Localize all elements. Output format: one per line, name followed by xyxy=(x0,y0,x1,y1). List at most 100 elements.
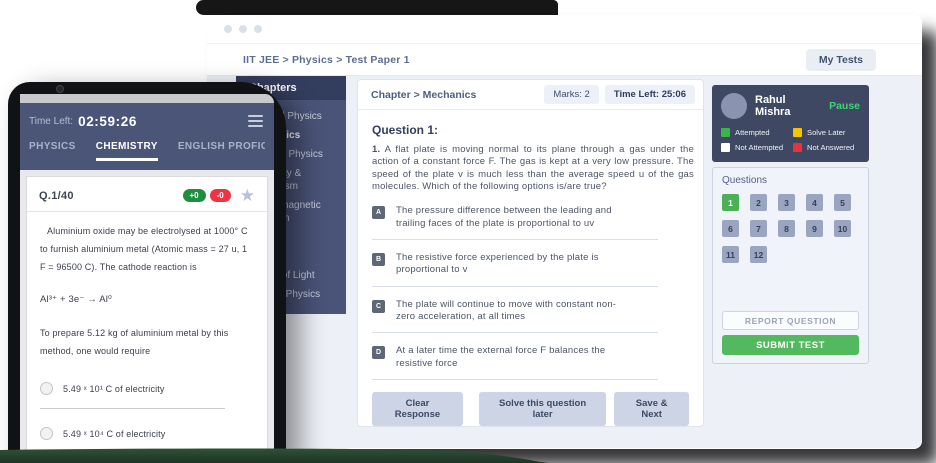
legend-not-attempted: Not Attempted xyxy=(721,143,793,152)
question-card-header: Chapter > Mechanics Marks: 2 Time Left: … xyxy=(358,80,703,110)
content-area: Chapters General Physics Mechanics Therm… xyxy=(207,76,922,448)
question-cell-6[interactable]: 6 xyxy=(722,220,739,237)
marks-badge: Marks: 2 xyxy=(544,85,598,104)
window-control-dot[interactable] xyxy=(239,25,247,33)
submit-test-button[interactable]: SUBMIT TEST xyxy=(722,335,859,355)
status-legend: Attempted Solve Later Not Attempted Not … xyxy=(721,128,860,152)
browser-window: IIT JEE > Physics > Test Paper 1 My Test… xyxy=(207,15,922,449)
option-b-badge: B xyxy=(372,253,385,266)
radio-button[interactable] xyxy=(40,427,53,440)
report-question-button[interactable]: REPORT QUESTION xyxy=(722,311,859,330)
user-card: Rahul Mishra Pause Attempted Solve Later… xyxy=(712,85,869,162)
mobile-timer-value: 02:59:26 xyxy=(78,114,137,129)
option-b[interactable]: B The resistive force experienced by the… xyxy=(372,252,689,277)
question-cell-4[interactable]: 4 xyxy=(806,194,823,211)
window-control-dot[interactable] xyxy=(254,25,262,33)
hamburger-menu-icon[interactable] xyxy=(246,113,265,129)
cathode-reaction-formula: Al³⁺ + 3e⁻ → Al⁰ xyxy=(40,290,254,309)
question-cell-7[interactable]: 7 xyxy=(750,220,767,237)
background-device-bar xyxy=(196,0,558,15)
question-number-grid: 1 2 3 4 5 6 7 8 9 10 11 12 xyxy=(722,194,859,263)
option-a-text: The pressure difference between the lead… xyxy=(396,205,634,230)
mobile-option-2-text: 5.49 ˣ 10⁴ C of electricity xyxy=(63,429,165,439)
solve-later-button[interactable]: Solve this question later xyxy=(479,392,606,426)
chapter-breadcrumb: Chapter > Mechanics xyxy=(371,89,538,101)
subject-tabs: PHYSICS CHEMISTRY ENGLISH PROFICIENCY xyxy=(29,141,265,161)
divider xyxy=(372,239,658,240)
question-cell-3[interactable]: 3 xyxy=(778,194,795,211)
mobile-question-card: Q.1/40 +0 -0 ★ Aluminium oxide may be el… xyxy=(26,176,268,463)
question-title: Question 1: xyxy=(372,123,689,137)
question-cell-9[interactable]: 9 xyxy=(806,220,823,237)
tab-chemistry[interactable]: CHEMISTRY xyxy=(96,141,158,161)
solve-later-swatch xyxy=(793,128,802,137)
option-c-text: The plate will continue to move with con… xyxy=(396,299,634,324)
breadcrumb: IIT JEE > Physics > Test Paper 1 xyxy=(243,54,410,66)
mobile-option-1-text: 5.49 ˣ 10¹ C of electricity xyxy=(63,384,165,394)
phone-bezel-strip xyxy=(20,94,274,103)
question-cell-8[interactable]: 8 xyxy=(778,220,795,237)
questions-panel: Questions 1 2 3 4 5 6 7 8 9 10 11 12 REP… xyxy=(712,167,869,364)
phone-screen: Time Left: 02:59:26 PHYSICS CHEMISTRY EN… xyxy=(20,103,274,463)
phone-camera-icon xyxy=(56,85,64,93)
divider xyxy=(40,408,225,409)
right-panel: Rahul Mishra Pause Attempted Solve Later… xyxy=(712,85,869,364)
not-attempted-swatch xyxy=(721,143,730,152)
question-card: Chapter > Mechanics Marks: 2 Time Left: … xyxy=(357,79,704,427)
pause-button[interactable]: Pause xyxy=(829,100,860,112)
legend-solve-later: Solve Later xyxy=(793,128,860,137)
option-a-badge: A xyxy=(372,206,385,219)
question-cell-5[interactable]: 5 xyxy=(834,194,851,211)
question-footer: Clear Response Solve this question later… xyxy=(372,380,689,426)
question-cell-10[interactable]: 10 xyxy=(834,220,851,237)
window-control-dot[interactable] xyxy=(224,25,232,33)
question-paragraph: Aluminium oxide may be electrolysed at 1… xyxy=(40,222,254,276)
negative-marks-badge: -0 xyxy=(210,189,231,202)
clear-response-button[interactable]: Clear Response xyxy=(372,392,463,426)
question-cell-1[interactable]: 1 xyxy=(722,194,739,211)
mobile-body: Q.1/40 +0 -0 ★ Aluminium oxide may be el… xyxy=(20,170,274,463)
my-tests-button[interactable]: My Tests xyxy=(806,49,876,71)
divider xyxy=(372,332,658,333)
mobile-options: 5.49 ˣ 10¹ C of electricity 5.49 ˣ 10⁴ C… xyxy=(27,360,267,454)
mobile-option-1[interactable]: 5.49 ˣ 10¹ C of electricity xyxy=(40,382,254,395)
question-cell-2[interactable]: 2 xyxy=(750,194,767,211)
time-left-badge: Time Left: 25:06 xyxy=(605,85,695,104)
not-answered-swatch xyxy=(793,143,802,152)
tab-english-proficiency[interactable]: ENGLISH PROFICIENCY xyxy=(178,141,265,161)
legend-attempted: Attempted xyxy=(721,128,793,137)
question-text: 1. A flat plate is moving normal to its … xyxy=(372,144,694,193)
attempted-swatch xyxy=(721,128,730,137)
mobile-question-text: Aluminium oxide may be electrolysed at 1… xyxy=(27,212,267,360)
mobile-card-header: Q.1/40 +0 -0 ★ xyxy=(27,177,267,212)
positive-marks-badge: +0 xyxy=(183,189,206,202)
mobile-time-left-label: Time Left: xyxy=(29,116,73,127)
tab-physics[interactable]: PHYSICS xyxy=(29,141,76,161)
question-counter: Q.1/40 xyxy=(39,190,74,202)
option-c[interactable]: C The plate will continue to move with c… xyxy=(372,299,689,324)
divider xyxy=(372,286,658,287)
mobile-option-2[interactable]: 5.49 ˣ 10⁴ C of electricity xyxy=(40,427,254,440)
window-titlebar xyxy=(207,15,922,44)
legend-not-answered: Not Answered xyxy=(793,143,860,152)
green-swoosh-decoration xyxy=(0,447,552,463)
question-body: Question 1: 1. A flat plate is moving no… xyxy=(358,110,703,435)
radio-button[interactable] xyxy=(40,382,53,395)
question-cell-12[interactable]: 12 xyxy=(750,246,767,263)
option-a[interactable]: A The pressure difference between the le… xyxy=(372,205,689,230)
option-d-badge: D xyxy=(372,346,385,359)
option-d-text: At a later time the external force F bal… xyxy=(396,345,634,370)
user-name: Rahul Mishra xyxy=(755,94,821,118)
question-cell-11[interactable]: 11 xyxy=(722,246,739,263)
question-paragraph: To prepare 5.12 kg of aluminium metal by… xyxy=(40,324,254,360)
option-b-text: The resistive force experienced by the p… xyxy=(396,252,634,277)
option-d[interactable]: D At a later time the external force F b… xyxy=(372,345,689,370)
save-next-button[interactable]: Save & Next xyxy=(614,392,689,426)
option-c-badge: C xyxy=(372,300,385,313)
avatar xyxy=(721,93,747,119)
top-nav: IIT JEE > Physics > Test Paper 1 My Test… xyxy=(207,44,922,76)
phone-mockup: Time Left: 02:59:26 PHYSICS CHEMISTRY EN… xyxy=(8,82,286,463)
mobile-header: Time Left: 02:59:26 PHYSICS CHEMISTRY EN… xyxy=(20,103,274,170)
questions-panel-title: Questions xyxy=(722,175,859,186)
star-icon[interactable]: ★ xyxy=(240,187,255,204)
